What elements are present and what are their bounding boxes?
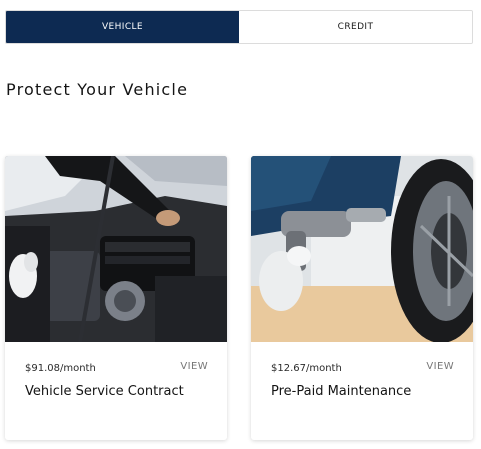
section-title: Protect Your Vehicle xyxy=(6,80,189,99)
card-title: Pre-Paid Maintenance xyxy=(271,384,412,399)
card-price: $12.67/month xyxy=(271,363,342,374)
impact-wrench-tire-image xyxy=(251,156,473,342)
tab-vehicle[interactable]: VEHICLE xyxy=(6,11,239,43)
view-link[interactable]: VIEW xyxy=(426,361,454,372)
engine-bay-image xyxy=(5,156,227,342)
product-card-vehicle-service-contract[interactable]: $91.08/month VIEW Vehicle Service Contra… xyxy=(5,156,227,440)
card-price: $91.08/month xyxy=(25,363,96,374)
tab-credit[interactable]: CREDIT xyxy=(239,11,472,43)
card-title: Vehicle Service Contract xyxy=(25,384,184,399)
view-link[interactable]: VIEW xyxy=(180,361,208,372)
tab-bar: VEHICLE CREDIT xyxy=(5,10,473,44)
product-card-pre-paid-maintenance[interactable]: $12.67/month VIEW Pre-Paid Maintenance xyxy=(251,156,473,440)
